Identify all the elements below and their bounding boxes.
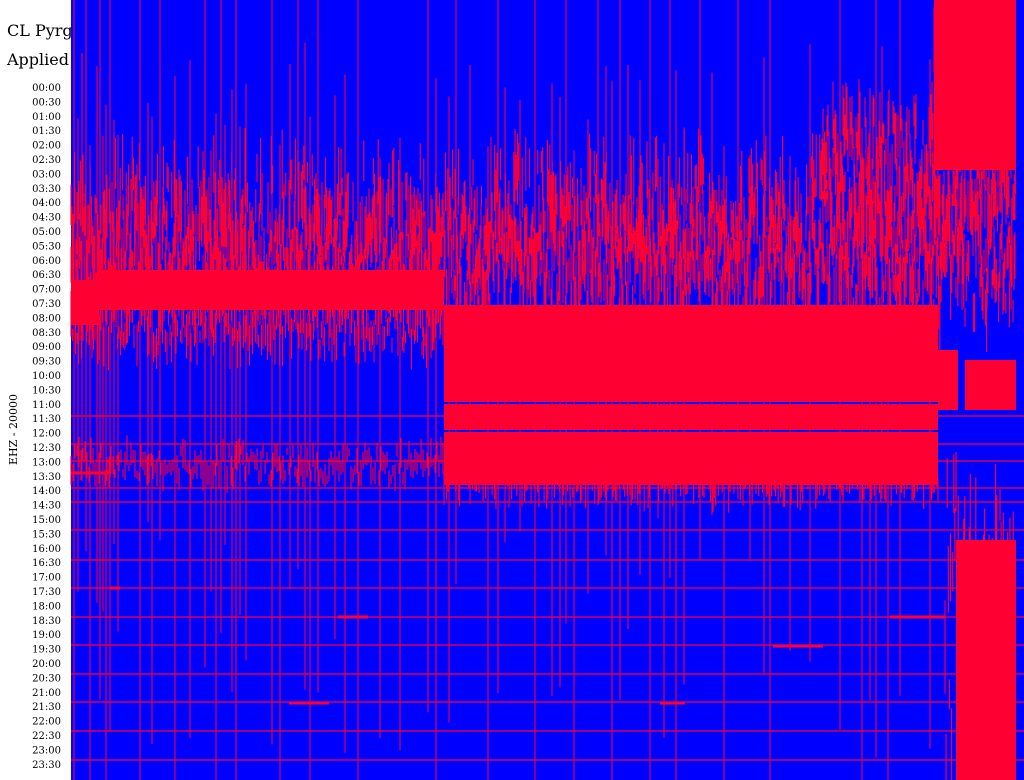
y-tick-label: 03:00 [32,169,61,180]
y-tick-label: 17:30 [32,587,61,598]
y-tick-label: 06:00 [32,256,61,267]
y-tick-label: 01:00 [32,112,61,123]
y-tick-label: 09:00 [32,342,61,353]
y-tick-labels: 00:00 00:30 01:00 01:30 02:00 02:30 03:00 03:30… [32,83,61,771]
y-tick-label: 10:30 [32,385,61,396]
y-tick-label: 04:00 [32,198,61,209]
trace-saturation [938,350,958,410]
y-tick-label: 08:30 [32,328,61,339]
y-tick-label: 08:00 [32,313,61,324]
y-tick-label: 12:30 [32,443,61,454]
helicorder-svg: CL Pyrg Applied EHZ - 20000 00:00 00:30 01… [6,0,1024,780]
y-tick-label: 02:00 [32,141,61,152]
y-tick-label: 16:00 [32,544,61,555]
y-tick-label: 00:00 [32,83,61,94]
y-tick-label: 04:30 [32,213,61,224]
y-tick-label: 19:00 [32,630,61,641]
y-tick-label: 02:30 [32,155,61,166]
y-tick-label: 05:00 [32,227,61,238]
trace-saturation [965,360,1016,410]
y-tick-label: 20:30 [32,673,61,684]
y-tick-label: 05:30 [32,241,61,252]
y-tick-label: 23:00 [32,745,61,756]
y-tick-label: 15:30 [32,529,61,540]
y-tick-label: 20:00 [32,659,61,670]
y-tick-label: 14:30 [32,501,61,512]
y-tick-label: 11:30 [32,414,61,425]
y-tick-label: 23:30 [32,760,61,771]
y-tick-label: 10:00 [32,371,61,382]
y-tick-label: 19:30 [32,645,61,656]
y-tick-label: 00:30 [32,97,61,108]
y-tick-label: 03:30 [32,184,61,195]
station-label: CL Pyrg [7,21,73,40]
y-tick-label: 21:30 [32,702,61,713]
y-tick-label: 13:30 [32,472,61,483]
y-tick-label: 09:30 [32,357,61,368]
y-tick-label: 22:00 [32,717,61,728]
y-tick-label: 14:00 [32,486,61,497]
y-tick-label: 07:30 [32,299,61,310]
y-tick-label: 06:30 [32,270,61,281]
y-tick-label: 12:00 [32,429,61,440]
y-tick-label: 18:00 [32,601,61,612]
y-tick-label: 07:00 [32,285,61,296]
y-tick-label: 21:00 [32,688,61,699]
y-tick-label: 17:00 [32,573,61,584]
filter-label: Applied [6,50,69,69]
y-tick-label: 22:30 [32,731,61,742]
y-tick-label: 16:30 [32,558,61,569]
helicorder-chart: CL Pyrg Applied EHZ - 20000 00:00 00:30 01… [0,0,1024,780]
y-tick-label: 18:30 [32,616,61,627]
y-tick-label: 01:30 [32,126,61,137]
y-tick-label: 11:00 [32,400,61,411]
y-tick-label: 15:00 [32,515,61,526]
channel-label: EHZ - 20000 [7,394,20,465]
y-tick-label: 13:00 [32,457,61,468]
